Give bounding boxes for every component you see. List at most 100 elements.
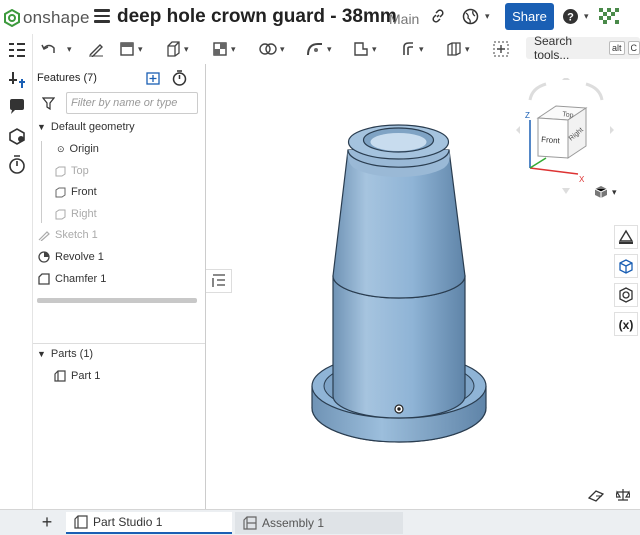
part-studio-icon: [74, 515, 88, 529]
sheet-metal-button[interactable]: ▾: [353, 39, 377, 59]
filter-input[interactable]: Filter by name or type: [66, 92, 198, 114]
appearance-panel-button[interactable]: [614, 225, 638, 249]
graphics-viewport[interactable]: Top Front Right Z X ▾: [206, 64, 640, 509]
document-title[interactable]: deep hole crown guard - 38mm: [117, 6, 397, 28]
view-options-button[interactable]: ▾: [594, 185, 617, 199]
view-cube-front-label: Front: [541, 135, 561, 145]
configuration-panel-button[interactable]: [614, 283, 638, 307]
insert-part-icon[interactable]: [7, 70, 27, 90]
plane-icon: [120, 42, 134, 56]
x-axis-label: X: [579, 175, 585, 184]
chevron-down-icon[interactable]: ▼: [37, 122, 46, 132]
features-heading: Features (7): [37, 72, 97, 84]
add-custom-feature-button[interactable]: [493, 39, 509, 59]
comment-icon[interactable]: [7, 97, 27, 117]
add-folder-icon[interactable]: [146, 71, 162, 85]
share-button[interactable]: Share: [505, 3, 554, 30]
front-plane-node[interactable]: Front: [55, 184, 97, 200]
variables-panel-button[interactable]: (x): [614, 312, 638, 336]
fillet-button[interactable]: ▾: [306, 39, 332, 59]
origin-node[interactable]: ⊙ Origin: [57, 141, 99, 157]
left-rail: [0, 34, 33, 532]
sheet-metal-icon: [354, 42, 368, 56]
top-bar: onshape deep hole crown guard - 38mm Mai…: [0, 0, 640, 34]
parts-panel-button[interactable]: [614, 254, 638, 278]
chamfer-icon: [38, 273, 50, 285]
sketch-icon: [38, 231, 50, 241]
undo-button[interactable]: ▾: [41, 39, 72, 59]
sketch-node[interactable]: Sketch 1: [38, 227, 98, 243]
assembly-icon: [243, 516, 257, 530]
branch-name[interactable]: Main: [389, 11, 419, 27]
sketch-label: Sketch 1: [55, 229, 98, 241]
origin-icon: ⊙: [57, 143, 65, 154]
chevron-down-icon[interactable]: ▼: [37, 349, 46, 359]
plane-icon: [55, 209, 66, 219]
feature-list-icon[interactable]: [7, 40, 27, 60]
onshape-logo[interactable]: onshape: [4, 8, 90, 28]
sweep-button[interactable]: ▾: [400, 39, 424, 59]
sketch-button[interactable]: [88, 39, 104, 59]
menu-icon[interactable]: [94, 9, 110, 23]
extrude-icon: [167, 41, 180, 57]
shortcut-key-alt: alt: [608, 41, 625, 55]
appearance-icon[interactable]: [7, 126, 27, 146]
part-item[interactable]: Part 1: [54, 368, 100, 384]
history-icon[interactable]: [7, 155, 27, 175]
svg-text:(x): (x): [619, 318, 634, 332]
link-icon[interactable]: [431, 9, 445, 23]
help-icon[interactable]: ? ▾: [562, 8, 589, 25]
right-plane-label: Right: [71, 208, 97, 220]
boolean-button[interactable]: ▾: [259, 39, 285, 59]
top-plane-node[interactable]: Top: [55, 163, 89, 179]
shell-button[interactable]: ▾: [212, 39, 236, 59]
avatar[interactable]: [599, 8, 619, 26]
boolean-icon: [259, 43, 277, 55]
filter-icon[interactable]: [42, 97, 55, 110]
view-cube[interactable]: Top Front Right Z X: [516, 78, 616, 202]
variable-icon: (x): [619, 318, 634, 332]
brand-name: onshape: [23, 8, 90, 27]
revolve-icon: [38, 251, 50, 263]
sweep-icon: [403, 42, 413, 55]
undo-icon: [41, 44, 55, 53]
panel-divider[interactable]: [33, 343, 205, 344]
globe-icon[interactable]: ▾: [462, 8, 490, 25]
tab-part-studio[interactable]: Part Studio 1: [66, 512, 232, 534]
horizontal-scrollbar[interactable]: [37, 298, 197, 303]
pattern-icon: [447, 42, 461, 56]
plane-icon: [55, 187, 66, 197]
parts-node[interactable]: ▼ Parts (1): [37, 346, 93, 362]
tab-label: Assembly 1: [262, 516, 325, 530]
extrude-button[interactable]: ▾: [165, 39, 189, 59]
top-plane-label: Top: [71, 165, 89, 177]
add-tab-button[interactable]: +: [33, 510, 61, 535]
default-geometry-node[interactable]: ▼ Default geometry: [37, 119, 135, 135]
mass-properties-icon[interactable]: [616, 488, 630, 502]
fillet-icon: [307, 43, 322, 56]
right-plane-node[interactable]: Right: [55, 206, 97, 222]
box-icon: [619, 259, 633, 274]
plane-icon: [55, 166, 66, 176]
configure-icon: [619, 287, 633, 303]
tab-assembly[interactable]: Assembly 1: [235, 512, 403, 534]
measure-icon[interactable]: [588, 488, 604, 502]
onshape-logo-icon: [4, 9, 20, 27]
search-tools-button[interactable]: Search tools... alt C: [526, 34, 640, 62]
pattern-button[interactable]: ▾: [446, 39, 470, 59]
search-tools-label: Search tools...: [534, 34, 573, 62]
rollback-timer-icon[interactable]: [172, 70, 187, 86]
plane-button[interactable]: ▾: [119, 39, 143, 59]
plus-box-icon: [493, 41, 509, 57]
chamfer-node[interactable]: Chamfer 1: [38, 271, 106, 287]
origin-label: Origin: [69, 143, 99, 155]
plus-icon: +: [41, 512, 53, 532]
tree-guide-line: [41, 141, 42, 223]
front-plane-label: Front: [71, 186, 97, 198]
feature-panel: Features (7) Filter by name or type ▼ De…: [33, 64, 206, 509]
revolve-node[interactable]: Revolve 1: [38, 249, 104, 265]
revolve-label: Revolve 1: [55, 251, 104, 263]
chamfer-label: Chamfer 1: [55, 273, 107, 285]
default-geometry-label: Default geometry: [50, 121, 135, 133]
shell-icon: [213, 42, 227, 56]
